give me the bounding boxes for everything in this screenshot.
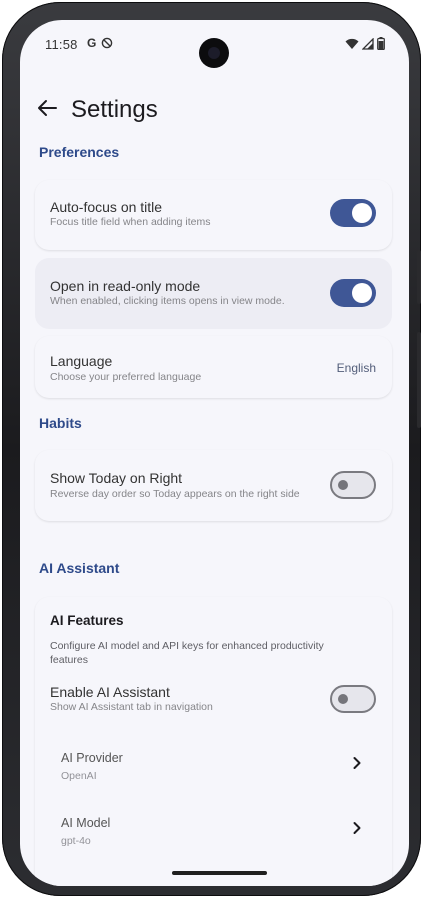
setting-subtitle: When enabled, clicking items opens in vi… bbox=[50, 295, 285, 307]
toggle-knob bbox=[352, 203, 372, 223]
show-today-toggle[interactable] bbox=[330, 471, 376, 499]
setting-title: Show Today on Right bbox=[50, 470, 183, 486]
screen: 11:58 G Settings Preferences Auto-focus … bbox=[20, 20, 409, 886]
setting-title: Language bbox=[50, 353, 113, 369]
section-ai-assistant: AI Assistant bbox=[39, 560, 120, 576]
setting-subtitle: Choose your preferred language bbox=[50, 371, 202, 383]
ai-model-value: gpt-4o bbox=[61, 835, 91, 847]
enable-ai-toggle[interactable] bbox=[330, 685, 376, 713]
ai-model-row[interactable]: AI Model gpt-4o bbox=[35, 798, 392, 860]
front-camera bbox=[199, 38, 229, 68]
setting-read-only[interactable]: Open in read-only mode When enabled, cli… bbox=[35, 258, 392, 329]
ai-provider-label: AI Provider bbox=[61, 751, 123, 765]
ai-provider-row[interactable]: AI Provider OpenAI bbox=[35, 733, 392, 795]
auto-focus-toggle[interactable] bbox=[330, 199, 376, 227]
back-arrow-icon[interactable] bbox=[36, 97, 58, 119]
setting-title: Auto-focus on title bbox=[50, 199, 163, 215]
wifi-icon bbox=[345, 38, 359, 49]
ai-provider-value: OpenAI bbox=[61, 770, 97, 782]
section-habits: Habits bbox=[39, 415, 82, 431]
setting-title: Open in read-only mode bbox=[50, 278, 201, 294]
toggle-knob bbox=[352, 283, 372, 303]
setting-subtitle: Reverse day order so Today appears on th… bbox=[50, 488, 300, 500]
ai-features-title: AI Features bbox=[50, 613, 124, 628]
power-button bbox=[417, 250, 421, 304]
volume-button bbox=[417, 332, 421, 428]
google-icon: G bbox=[87, 36, 97, 50]
setting-subtitle: Show AI Assistant tab in navigation bbox=[50, 701, 213, 713]
ai-features-card: AI Features Configure AI model and API k… bbox=[35, 597, 392, 886]
app-bar: Settings bbox=[20, 80, 409, 136]
setting-auto-focus[interactable]: Auto-focus on title Focus title field wh… bbox=[35, 180, 392, 250]
toggle-knob bbox=[338, 480, 348, 490]
setting-subtitle: Focus title field when adding items bbox=[50, 216, 211, 228]
dnd-icon bbox=[102, 37, 113, 49]
setting-show-today[interactable]: Show Today on Right Reverse day order so… bbox=[35, 450, 392, 521]
chevron-right-icon bbox=[353, 822, 361, 834]
setting-title: Enable AI Assistant bbox=[50, 684, 170, 700]
section-preferences: Preferences bbox=[39, 144, 120, 160]
ai-features-desc: Configure AI model and API keys for enha… bbox=[50, 640, 324, 652]
setting-language[interactable]: Language Choose your preferred language … bbox=[35, 336, 392, 398]
page-title: Settings bbox=[71, 96, 158, 123]
battery-icon bbox=[377, 37, 385, 50]
chevron-right-icon bbox=[353, 757, 361, 769]
language-value: English bbox=[336, 361, 376, 375]
status-time: 11:58 bbox=[45, 37, 78, 52]
read-only-toggle[interactable] bbox=[330, 279, 376, 307]
signal-icon bbox=[362, 37, 374, 50]
ai-model-label: AI Model bbox=[61, 816, 111, 830]
home-indicator[interactable] bbox=[172, 871, 267, 875]
phone-frame: 11:58 G Settings Preferences Auto-focus … bbox=[2, 2, 421, 896]
toggle-knob bbox=[338, 694, 348, 704]
ai-features-desc-cont: features bbox=[50, 654, 88, 666]
